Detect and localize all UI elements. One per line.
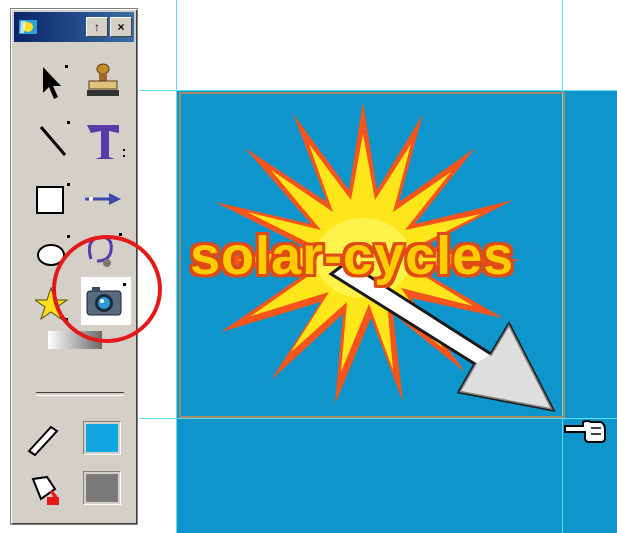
lasso-tool[interactable]: [81, 231, 131, 279]
paint-bucket-icon: [31, 475, 59, 505]
text-T-icon: [87, 125, 125, 159]
fill-color-swatch[interactable]: [83, 471, 121, 505]
fill-color-fill: [86, 474, 118, 502]
camera-tool-selected[interactable]: [81, 277, 131, 325]
ellipse-icon: [37, 235, 70, 266]
hand-cursor-icon: [564, 420, 606, 443]
pencil-stroke-tool[interactable]: [25, 421, 63, 457]
stroke-color-swatch[interactable]: [83, 421, 121, 455]
toolbox-separator: [36, 392, 124, 396]
toolbox-titlebar[interactable]: ↑ ×: [14, 12, 134, 42]
ellipse-tool[interactable]: [35, 231, 85, 279]
hotspot-tool[interactable]: [81, 177, 131, 225]
gradient-icon: [48, 331, 102, 349]
toolbox-panel: ↑ ×: [10, 8, 138, 525]
text-tool[interactable]: [81, 119, 131, 167]
line-tool[interactable]: [35, 119, 85, 167]
logo-text[interactable]: solar-cycles: [190, 228, 550, 284]
line-icon: [39, 121, 70, 156]
guide-horizontal-bottom[interactable]: [140, 418, 617, 419]
stamp-icon: [87, 63, 119, 96]
rectangle-tool[interactable]: [35, 177, 85, 225]
hotspot-arrow-icon: [85, 193, 121, 205]
gradient-tool[interactable]: [46, 329, 106, 351]
rectangle-icon: [36, 183, 70, 214]
app-icon: [19, 20, 37, 34]
stamp-tool[interactable]: [81, 59, 131, 107]
star-tool[interactable]: [35, 284, 85, 332]
paint-bucket-tool[interactable]: [25, 471, 63, 507]
minimize-button[interactable]: ↑: [86, 17, 108, 37]
guide-vertical-left[interactable]: [176, 0, 177, 533]
arrow-pointer-icon: [43, 65, 68, 99]
pointer-tool[interactable]: [35, 59, 85, 107]
lasso-icon: [87, 233, 122, 267]
pencil-icon: [27, 425, 59, 457]
guide-horizontal-top[interactable]: [140, 90, 617, 91]
stroke-color-fill: [86, 424, 118, 452]
close-button[interactable]: ×: [110, 17, 132, 37]
star-icon: [35, 286, 69, 321]
camera-icon: [86, 283, 126, 316]
